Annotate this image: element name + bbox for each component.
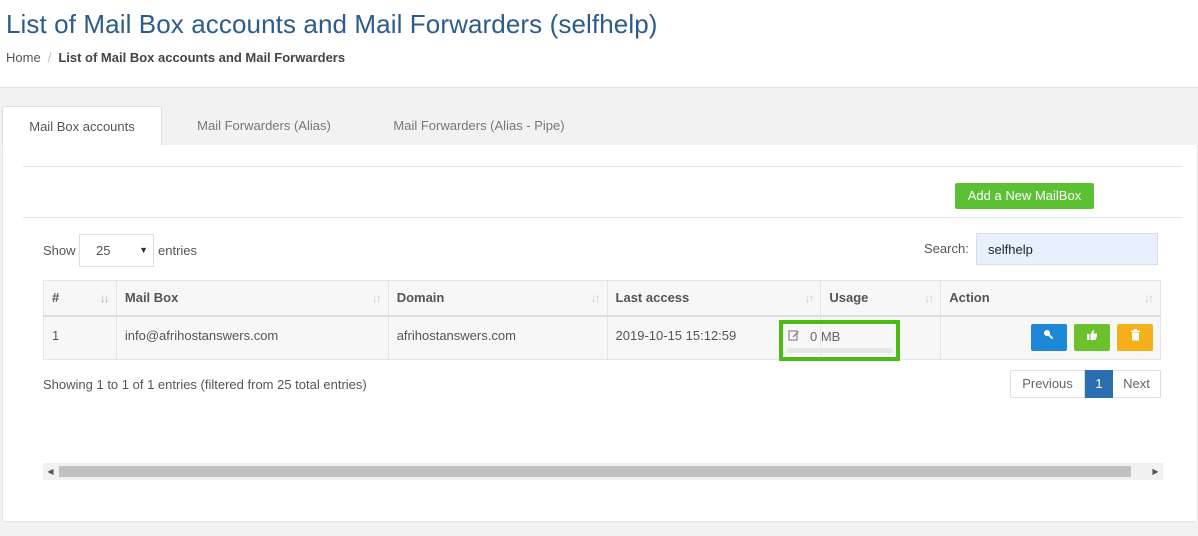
sort-icon: ↓↑ [371,291,382,305]
pagination-previous[interactable]: Previous [1010,370,1085,398]
column-header-last-access[interactable]: Last access ↓↑ [606,280,822,317]
usage-value: 0 MB [810,329,841,344]
edit-icon[interactable] [788,329,800,344]
cell-number: 1 [43,315,117,360]
usage-progress-bar [787,348,893,353]
column-header-mailbox[interactable]: Mail Box ↓↑ [115,280,389,317]
show-label: Show [43,243,76,258]
column-header-number[interactable]: # ↓↓ [43,280,117,317]
thumbs-up-icon [1086,330,1098,344]
trash-icon [1130,329,1141,344]
scroll-left-icon[interactable]: ◀ [43,463,58,480]
change-password-button[interactable] [1031,324,1067,351]
breadcrumb-home[interactable]: Home [6,50,41,65]
tab-mail-forwarders-alias-pipe[interactable]: Mail Forwarders (Alias - Pipe) [366,106,592,146]
tab-mail-forwarders-alias[interactable]: Mail Forwarders (Alias) [172,106,356,146]
pagination-page-1[interactable]: 1 [1085,370,1113,398]
key-icon [1043,330,1055,344]
cell-mailbox: info@afrihostanswers.com [115,315,389,360]
pagination-next[interactable]: Next [1113,370,1161,398]
search-label: Search: [924,241,969,256]
sort-icon: ↓↑ [590,291,601,305]
entries-label: entries [158,243,198,258]
divider [23,217,1183,218]
sort-icon: ↓↑ [1144,291,1154,305]
sort-icon: ↓↑ [924,291,934,305]
tab-mailbox-accounts[interactable]: Mail Box accounts [2,106,162,146]
table-row: 1 info@afrihostanswers.com afrihostanswe… [43,315,1161,360]
tab-bar: Mail Box accounts Mail Forwarders (Alias… [2,106,1198,146]
delete-button[interactable] [1117,324,1153,351]
table-info: Showing 1 to 1 of 1 entries (filtered fr… [43,377,367,392]
column-header-usage[interactable]: Usage ↓↑ [820,280,942,317]
search-input[interactable] [976,233,1158,265]
entries-per-page-value: 25 [96,243,111,258]
column-header-domain[interactable]: Domain ↓↑ [387,280,608,317]
page-header: List of Mail Box accounts and Mail Forwa… [0,0,1198,88]
table-header-row: # ↓↓ Mail Box ↓↑ Domain ↓↑ Last access ↓↑ Us… [43,280,1161,317]
sort-icon: ↓↑ [804,291,814,305]
cell-domain: afrihostanswers.com [387,315,608,360]
breadcrumb-current: List of Mail Box accounts and Mail Forwa… [58,50,346,65]
tabs-panel: Mail Box accounts Mail Forwarders (Alias… [2,106,1198,522]
scroll-right-icon[interactable]: ▶ [1148,463,1163,480]
sort-icon: ↓↓ [99,291,110,305]
chevron-down-icon: ▼ [139,245,148,255]
page-title: List of Mail Box accounts and Mail Forwa… [6,9,658,39]
mailbox-table: # ↓↓ Mail Box ↓↑ Domain ↓↑ Last access ↓↑ Us… [43,280,1161,360]
usage-highlight: 0 MB [779,320,900,361]
breadcrumb-separator: / [47,50,52,65]
column-header-action[interactable]: Action ↓↑ [940,280,1161,317]
entries-per-page-select[interactable]: 25 ▼ [79,234,154,267]
horizontal-scrollbar[interactable]: ◀ ▶ [43,463,1163,480]
add-mailbox-button[interactable]: Add a New MailBox [955,183,1094,209]
enable-button[interactable] [1074,324,1110,351]
pagination: Previous 1 Next [1010,370,1161,398]
scrollbar-thumb[interactable] [59,466,1131,477]
breadcrumb: Home / List of Mail Box accounts and Mail … [6,50,345,65]
divider [23,166,1183,167]
tab-content: Add a New MailBox Show 25 ▼ entries Sear… [2,145,1198,522]
